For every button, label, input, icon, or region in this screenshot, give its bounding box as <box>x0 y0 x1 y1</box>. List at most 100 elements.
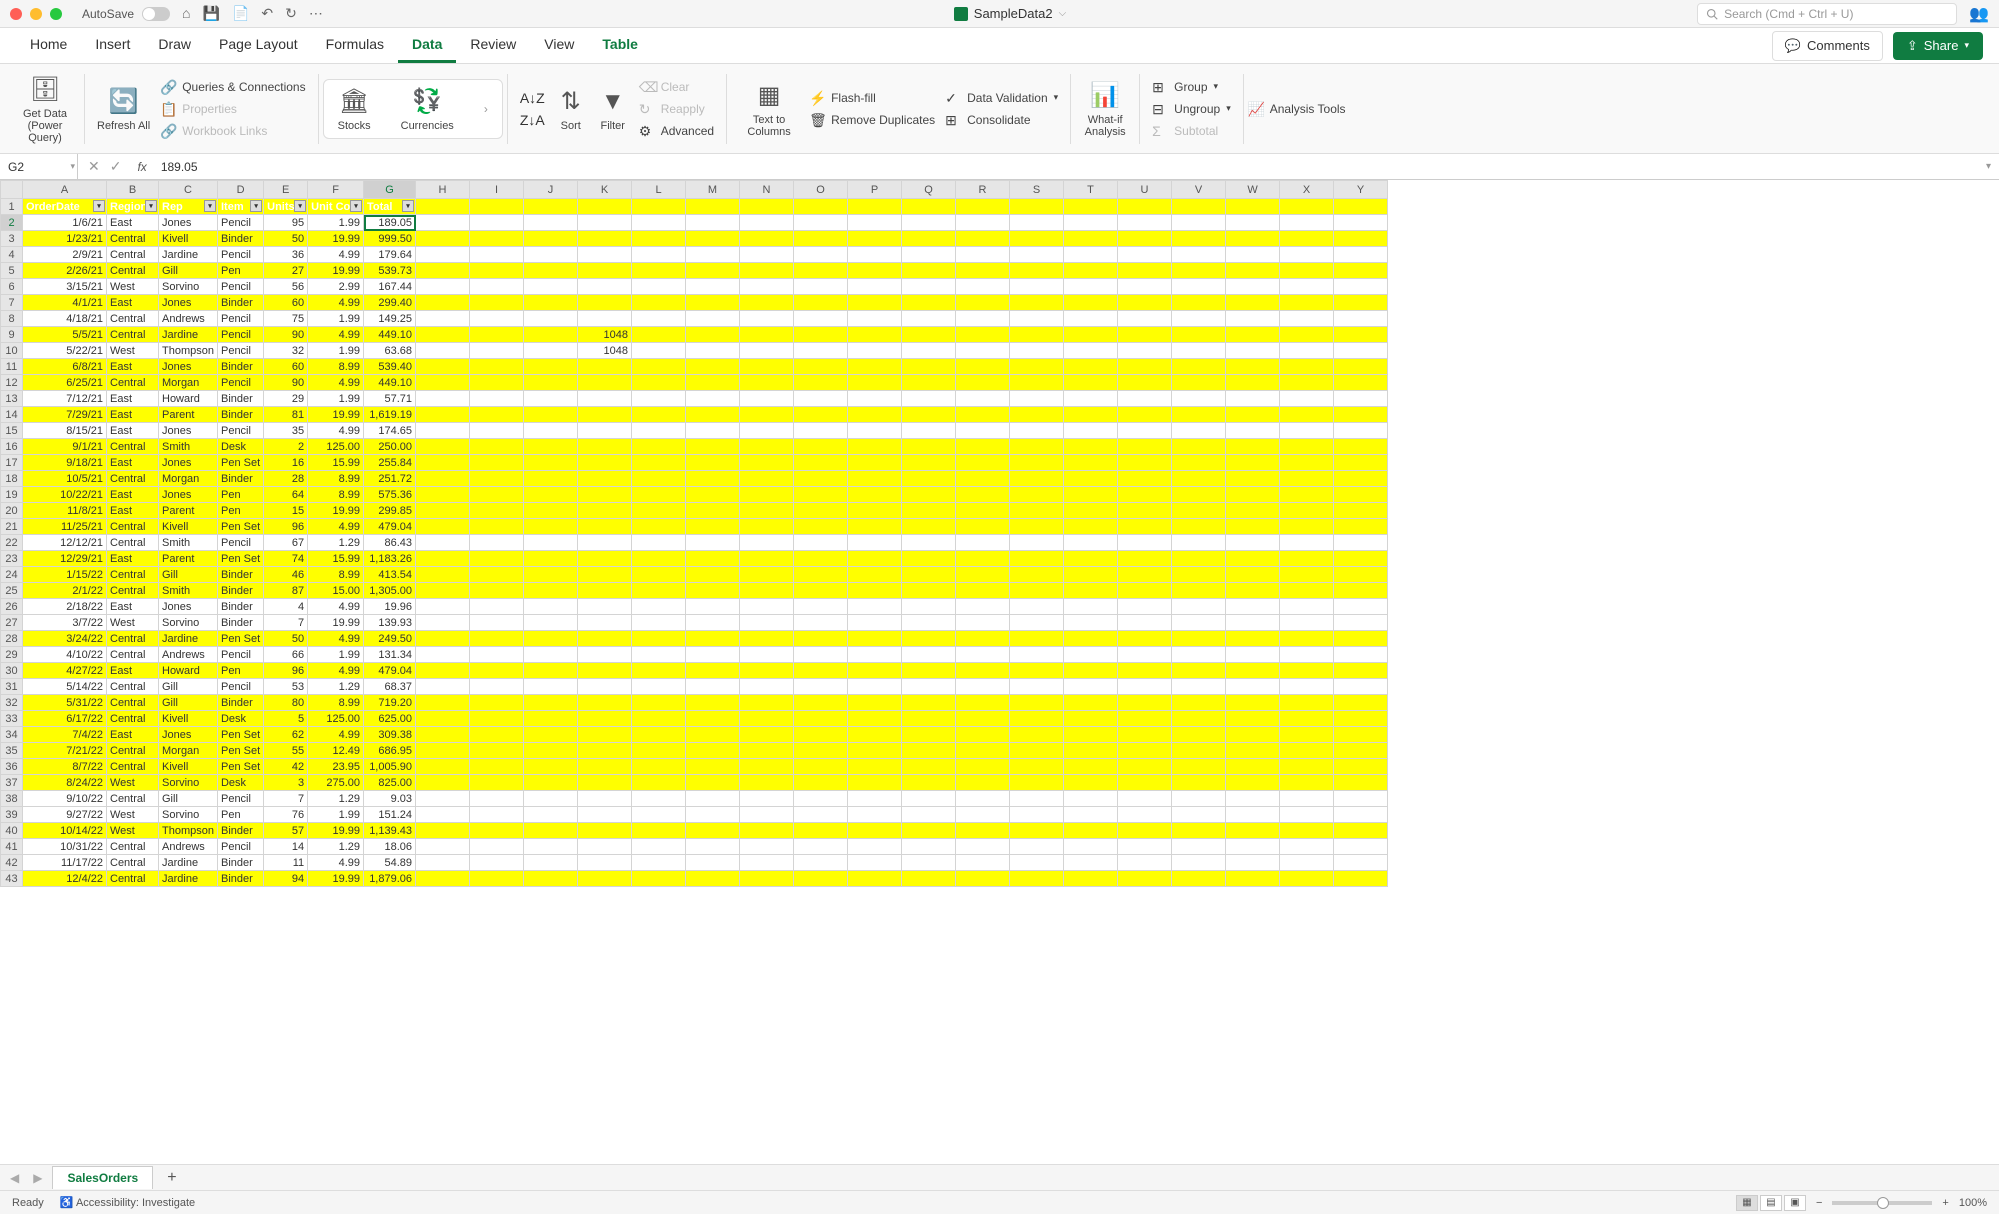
cell-E36[interactable]: 42 <box>264 759 308 775</box>
cell-F22[interactable]: 1.29 <box>308 535 364 551</box>
cell-G37[interactable]: 825.00 <box>364 775 416 791</box>
cell-K11[interactable] <box>578 359 632 375</box>
cell-J41[interactable] <box>524 839 578 855</box>
col-header-O[interactable]: O <box>794 181 848 199</box>
table-header-Unit Cost[interactable]: Unit Cost▾ <box>308 199 364 215</box>
cell-U32[interactable] <box>1118 695 1172 711</box>
cell-B34[interactable]: East <box>107 727 159 743</box>
cell-G14[interactable]: 1,619.19 <box>364 407 416 423</box>
cell-F42[interactable]: 4.99 <box>308 855 364 871</box>
cell-G36[interactable]: 1,005.90 <box>364 759 416 775</box>
workbook-links-button[interactable]: 🔗Workbook Links <box>160 121 305 141</box>
cell-S16[interactable] <box>1010 439 1064 455</box>
cell-H30[interactable] <box>416 663 470 679</box>
cell-H33[interactable] <box>416 711 470 727</box>
cell-U3[interactable] <box>1118 231 1172 247</box>
cell-R32[interactable] <box>956 695 1010 711</box>
reapply-button[interactable]: ↻Reapply <box>639 99 714 119</box>
cell-W15[interactable] <box>1226 423 1280 439</box>
cell-I26[interactable] <box>470 599 524 615</box>
cell-I21[interactable] <box>470 519 524 535</box>
cell-E32[interactable]: 80 <box>264 695 308 711</box>
cell-E14[interactable]: 81 <box>264 407 308 423</box>
cell-Y27[interactable] <box>1334 615 1388 631</box>
cell-J26[interactable] <box>524 599 578 615</box>
add-sheet-button[interactable]: + <box>159 1169 184 1187</box>
formula-input[interactable]: 189.05 <box>153 160 1978 174</box>
cell-E11[interactable]: 60 <box>264 359 308 375</box>
cell-B24[interactable]: Central <box>107 567 159 583</box>
cell-G23[interactable]: 1,183.26 <box>364 551 416 567</box>
cell-M40[interactable] <box>686 823 740 839</box>
cell-L6[interactable] <box>632 279 686 295</box>
cell-A30[interactable]: 4/27/22 <box>23 663 107 679</box>
cell-R39[interactable] <box>956 807 1010 823</box>
cell-E17[interactable]: 16 <box>264 455 308 471</box>
search-input[interactable]: Search (Cmd + Ctrl + U) <box>1697 3 1957 25</box>
cell-A42[interactable]: 11/17/22 <box>23 855 107 871</box>
cell-Q38[interactable] <box>902 791 956 807</box>
cell-X30[interactable] <box>1280 663 1334 679</box>
cell-W1[interactable] <box>1226 199 1280 215</box>
cell-H12[interactable] <box>416 375 470 391</box>
cell-P33[interactable] <box>848 711 902 727</box>
cell-S36[interactable] <box>1010 759 1064 775</box>
cell-W31[interactable] <box>1226 679 1280 695</box>
cell-R5[interactable] <box>956 263 1010 279</box>
cell-F29[interactable]: 1.99 <box>308 647 364 663</box>
cell-T39[interactable] <box>1064 807 1118 823</box>
row-header-37[interactable]: 37 <box>1 775 23 791</box>
cell-F30[interactable]: 4.99 <box>308 663 364 679</box>
cell-C26[interactable]: Jones <box>159 599 218 615</box>
cell-U31[interactable] <box>1118 679 1172 695</box>
cell-Y15[interactable] <box>1334 423 1388 439</box>
cell-B11[interactable]: East <box>107 359 159 375</box>
cell-I33[interactable] <box>470 711 524 727</box>
cell-R34[interactable] <box>956 727 1010 743</box>
cell-T35[interactable] <box>1064 743 1118 759</box>
cell-J1[interactable] <box>524 199 578 215</box>
cell-K31[interactable] <box>578 679 632 695</box>
cell-Y23[interactable] <box>1334 551 1388 567</box>
cell-Q13[interactable] <box>902 391 956 407</box>
cell-X5[interactable] <box>1280 263 1334 279</box>
cell-L26[interactable] <box>632 599 686 615</box>
cell-A8[interactable]: 4/18/21 <box>23 311 107 327</box>
cell-K20[interactable] <box>578 503 632 519</box>
row-header-26[interactable]: 26 <box>1 599 23 615</box>
cell-K12[interactable] <box>578 375 632 391</box>
cell-A22[interactable]: 12/12/21 <box>23 535 107 551</box>
cell-S34[interactable] <box>1010 727 1064 743</box>
cell-L8[interactable] <box>632 311 686 327</box>
cell-S30[interactable] <box>1010 663 1064 679</box>
cell-Q30[interactable] <box>902 663 956 679</box>
row-header-3[interactable]: 3 <box>1 231 23 247</box>
cell-S25[interactable] <box>1010 583 1064 599</box>
cell-B41[interactable]: Central <box>107 839 159 855</box>
cell-S10[interactable] <box>1010 343 1064 359</box>
cell-P29[interactable] <box>848 647 902 663</box>
cell-X21[interactable] <box>1280 519 1334 535</box>
cell-I7[interactable] <box>470 295 524 311</box>
cell-Q8[interactable] <box>902 311 956 327</box>
cell-M33[interactable] <box>686 711 740 727</box>
cell-G43[interactable]: 1,879.06 <box>364 871 416 887</box>
cell-Y38[interactable] <box>1334 791 1388 807</box>
cell-M20[interactable] <box>686 503 740 519</box>
cell-C43[interactable]: Jardine <box>159 871 218 887</box>
cell-U17[interactable] <box>1118 455 1172 471</box>
cell-U27[interactable] <box>1118 615 1172 631</box>
cell-L5[interactable] <box>632 263 686 279</box>
cell-V22[interactable] <box>1172 535 1226 551</box>
cell-M24[interactable] <box>686 567 740 583</box>
cell-F13[interactable]: 1.99 <box>308 391 364 407</box>
cell-W14[interactable] <box>1226 407 1280 423</box>
cell-P37[interactable] <box>848 775 902 791</box>
cell-L35[interactable] <box>632 743 686 759</box>
cell-A33[interactable]: 6/17/22 <box>23 711 107 727</box>
cell-G16[interactable]: 250.00 <box>364 439 416 455</box>
sheet-prev-icon[interactable]: ◀ <box>6 1171 23 1185</box>
cell-T33[interactable] <box>1064 711 1118 727</box>
cell-Y33[interactable] <box>1334 711 1388 727</box>
cell-E21[interactable]: 96 <box>264 519 308 535</box>
